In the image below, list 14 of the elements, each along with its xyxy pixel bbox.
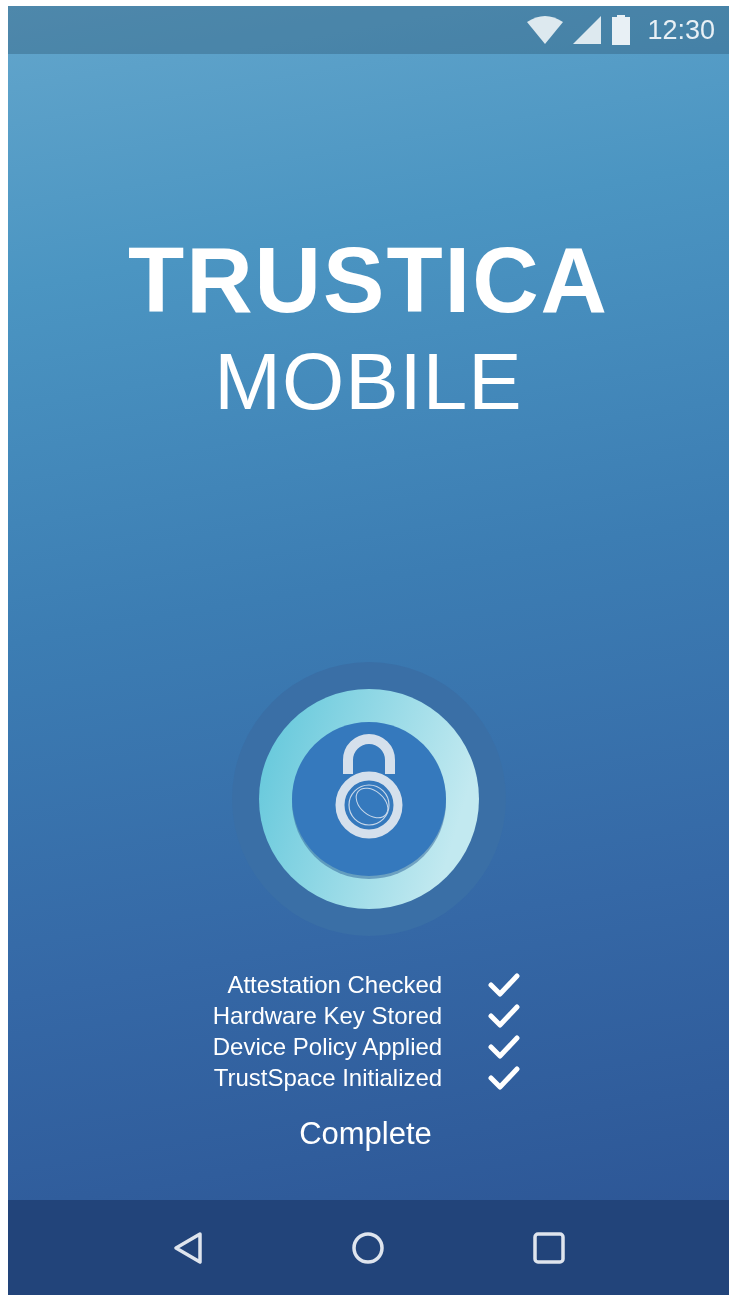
step-label: Hardware Key Stored (212, 1001, 443, 1030)
clock-time: 12:30 (647, 14, 715, 46)
back-icon[interactable] (172, 1230, 203, 1265)
recent-apps-icon[interactable] (532, 1231, 565, 1264)
brand-logo-text: TRUSTICA (127, 234, 610, 326)
battery-icon (611, 15, 632, 45)
home-icon[interactable] (351, 1231, 384, 1264)
step-label: Device Policy Applied (212, 1032, 443, 1061)
status-text: Complete (299, 1116, 432, 1152)
step-label: TrustSpace Initialized (212, 1063, 443, 1092)
product-name: MOBILE (214, 342, 523, 422)
step-label: Attestation Checked (226, 970, 443, 999)
signal-icon (573, 16, 602, 44)
wifi-icon (527, 16, 564, 44)
